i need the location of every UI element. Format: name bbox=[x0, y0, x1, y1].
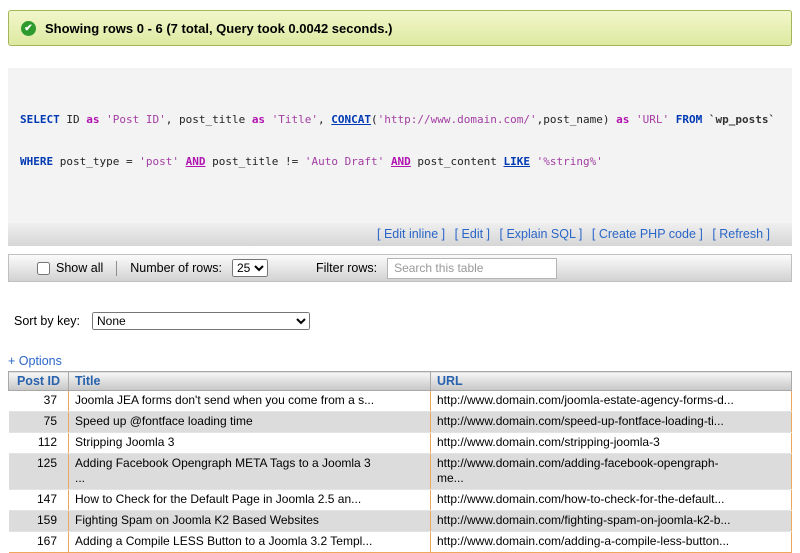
edit-link[interactable]: [ Edit ] bbox=[455, 227, 490, 241]
explain-sql-link[interactable]: [ Explain SQL ] bbox=[500, 227, 583, 241]
success-text: Showing rows 0 - 6 (7 total, Query took … bbox=[45, 21, 392, 36]
sql-token: , bbox=[318, 113, 331, 126]
cell-url[interactable]: http://www.domain.com/fighting-spam-on-j… bbox=[431, 511, 792, 532]
cell-url[interactable]: http://www.domain.com/adding-facebook-op… bbox=[431, 454, 792, 490]
sql-token: `wp_posts` bbox=[709, 113, 775, 126]
sql-token: post_title != bbox=[205, 155, 304, 168]
cell-post-id[interactable]: 147 bbox=[9, 490, 69, 511]
cell-post-id[interactable]: 75 bbox=[9, 412, 69, 433]
sql-token: as bbox=[252, 113, 272, 126]
sql-token: 'URL' bbox=[636, 113, 669, 126]
filter-rows-label: Filter rows: bbox=[316, 261, 377, 275]
sql-token: post_content bbox=[411, 155, 504, 168]
rows-per-page-select[interactable]: 25 bbox=[232, 259, 268, 277]
sql-token: , post_title bbox=[166, 113, 252, 126]
sql-token bbox=[669, 113, 676, 126]
cell-title[interactable]: Adding a Compile LESS Button to a Joomla… bbox=[69, 532, 431, 553]
create-php-code-link[interactable]: [ Create PHP code ] bbox=[592, 227, 703, 241]
cell-post-id[interactable]: 167 bbox=[9, 532, 69, 553]
sql-token: ,post_name) bbox=[537, 113, 616, 126]
sql-line-1: SELECT ID as 'Post ID', post_title as 'T… bbox=[20, 113, 780, 127]
refresh-link[interactable]: [ Refresh ] bbox=[712, 227, 770, 241]
sql-token: ( bbox=[371, 113, 378, 126]
sql-action-links: [ Edit inline ] [ Edit ] [ Explain SQL ]… bbox=[8, 223, 792, 246]
sort-by-key-row: Sort by key: None bbox=[8, 312, 792, 330]
cell-url[interactable]: http://www.domain.com/speed-up-fontface-… bbox=[431, 412, 792, 433]
sql-token: 'Post ID' bbox=[106, 113, 166, 126]
sql-token bbox=[384, 155, 391, 168]
column-header-title[interactable]: Title bbox=[69, 372, 431, 391]
cell-url[interactable]: http://www.domain.com/how-to-check-for-t… bbox=[431, 490, 792, 511]
toolbar-divider bbox=[116, 261, 117, 276]
cell-title[interactable]: Fighting Spam on Joomla K2 Based Website… bbox=[69, 511, 431, 532]
sql-token: ID bbox=[66, 113, 86, 126]
cell-title[interactable]: Joomla JEA forms don't send when you com… bbox=[69, 391, 431, 412]
table-row: 37 Joomla JEA forms don't send when you … bbox=[9, 391, 792, 412]
sort-by-key-label: Sort by key: bbox=[14, 314, 80, 328]
cell-url[interactable]: http://www.domain.com/adding-a-compile-l… bbox=[431, 532, 792, 553]
rows-per-page-label: Number of rows: bbox=[130, 261, 222, 275]
table-row: 112 Stripping Joomla 3 http://www.domain… bbox=[9, 433, 792, 454]
sql-token: 'Auto Draft' bbox=[305, 155, 384, 168]
sql-token: SELECT bbox=[20, 113, 66, 126]
cell-post-id[interactable]: 159 bbox=[9, 511, 69, 532]
table-row: 167 Adding a Compile LESS Button to a Jo… bbox=[9, 532, 792, 553]
show-all-checkbox[interactable] bbox=[37, 262, 50, 275]
cell-post-id[interactable]: 125 bbox=[9, 454, 69, 490]
cell-title[interactable]: Speed up @fontface loading time bbox=[69, 412, 431, 433]
table-row: 159 Fighting Spam on Joomla K2 Based Web… bbox=[9, 511, 792, 532]
sql-token: as bbox=[616, 113, 636, 126]
success-message: ✔ Showing rows 0 - 6 (7 total, Query too… bbox=[8, 10, 792, 46]
edit-inline-link[interactable]: [ Edit inline ] bbox=[377, 227, 445, 241]
table-row: 75 Speed up @fontface loading time http:… bbox=[9, 412, 792, 433]
sort-by-key-select[interactable]: None bbox=[92, 312, 310, 330]
column-header-post-id[interactable]: Post ID bbox=[9, 372, 69, 391]
sql-token bbox=[179, 155, 186, 168]
sql-token: '%string%' bbox=[537, 155, 603, 168]
sql-token: WHERE bbox=[20, 155, 60, 168]
results-table: Post ID Title URL 37 Joomla JEA forms do… bbox=[8, 371, 792, 553]
sql-token: as bbox=[86, 113, 106, 126]
sql-doc-link[interactable]: CONCAT bbox=[331, 113, 371, 126]
column-header-url[interactable]: URL bbox=[431, 372, 792, 391]
sql-code: SELECT ID as 'Post ID', post_title as 'T… bbox=[8, 68, 792, 223]
results-toolbar: Show all Number of rows: 25 Filter rows: bbox=[8, 254, 792, 282]
sql-doc-link[interactable]: AND bbox=[186, 155, 206, 168]
sql-token: post_type = bbox=[60, 155, 139, 168]
sql-token: 'Title' bbox=[272, 113, 318, 126]
cell-title[interactable]: Stripping Joomla 3 bbox=[69, 433, 431, 454]
options-toggle-link[interactable]: + Options bbox=[8, 354, 62, 368]
cell-title[interactable]: How to Check for the Default Page in Joo… bbox=[69, 490, 431, 511]
sql-doc-link[interactable]: LIKE bbox=[504, 155, 531, 168]
table-row: 125 Adding Facebook Opengraph META Tags … bbox=[9, 454, 792, 490]
sql-token: 'http://www.domain.com/' bbox=[378, 113, 537, 126]
show-all-label: Show all bbox=[56, 261, 103, 275]
cell-post-id[interactable]: 112 bbox=[9, 433, 69, 454]
cell-url[interactable]: http://www.domain.com/stripping-joomla-3 bbox=[431, 433, 792, 454]
sql-doc-link[interactable]: AND bbox=[391, 155, 411, 168]
cell-post-id[interactable]: 37 bbox=[9, 391, 69, 412]
header-row: Post ID Title URL bbox=[9, 372, 792, 391]
table-row: 147 How to Check for the Default Page in… bbox=[9, 490, 792, 511]
filter-rows-input[interactable] bbox=[387, 258, 557, 279]
sql-query-box: SELECT ID as 'Post ID', post_title as 'T… bbox=[8, 68, 792, 246]
sql-token: FROM bbox=[676, 113, 709, 126]
phpmyadmin-results-page: ✔ Showing rows 0 - 6 (7 total, Query too… bbox=[0, 0, 800, 553]
cell-title[interactable]: Adding Facebook Opengraph META Tags to a… bbox=[69, 454, 431, 490]
sql-token bbox=[530, 155, 537, 168]
success-check-icon: ✔ bbox=[21, 21, 36, 36]
sql-line-2: WHERE post_type = 'post' AND post_title … bbox=[20, 155, 780, 169]
cell-url[interactable]: http://www.domain.com/joomla-estate-agen… bbox=[431, 391, 792, 412]
sql-token: 'post' bbox=[139, 155, 179, 168]
